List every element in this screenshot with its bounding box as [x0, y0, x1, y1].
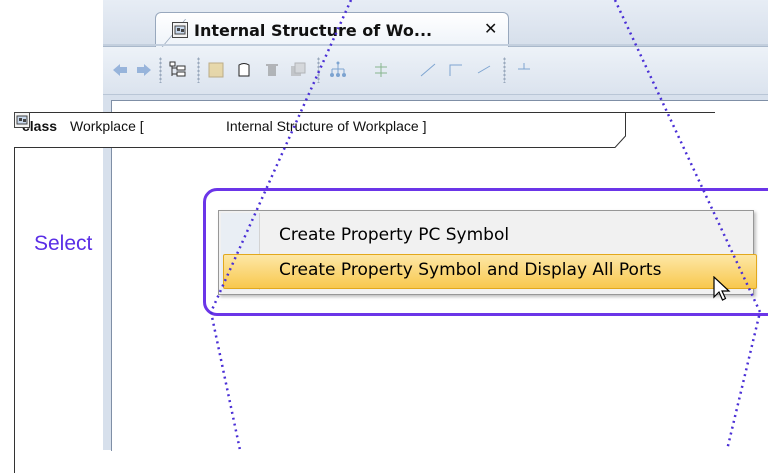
callout-guides: [209, 0, 762, 450]
cursor-icon: [713, 276, 731, 301]
dotted-guide-left: [209, 0, 353, 450]
dotted-guide-right: [613, 0, 762, 450]
callout-label: Select: [34, 232, 93, 255]
